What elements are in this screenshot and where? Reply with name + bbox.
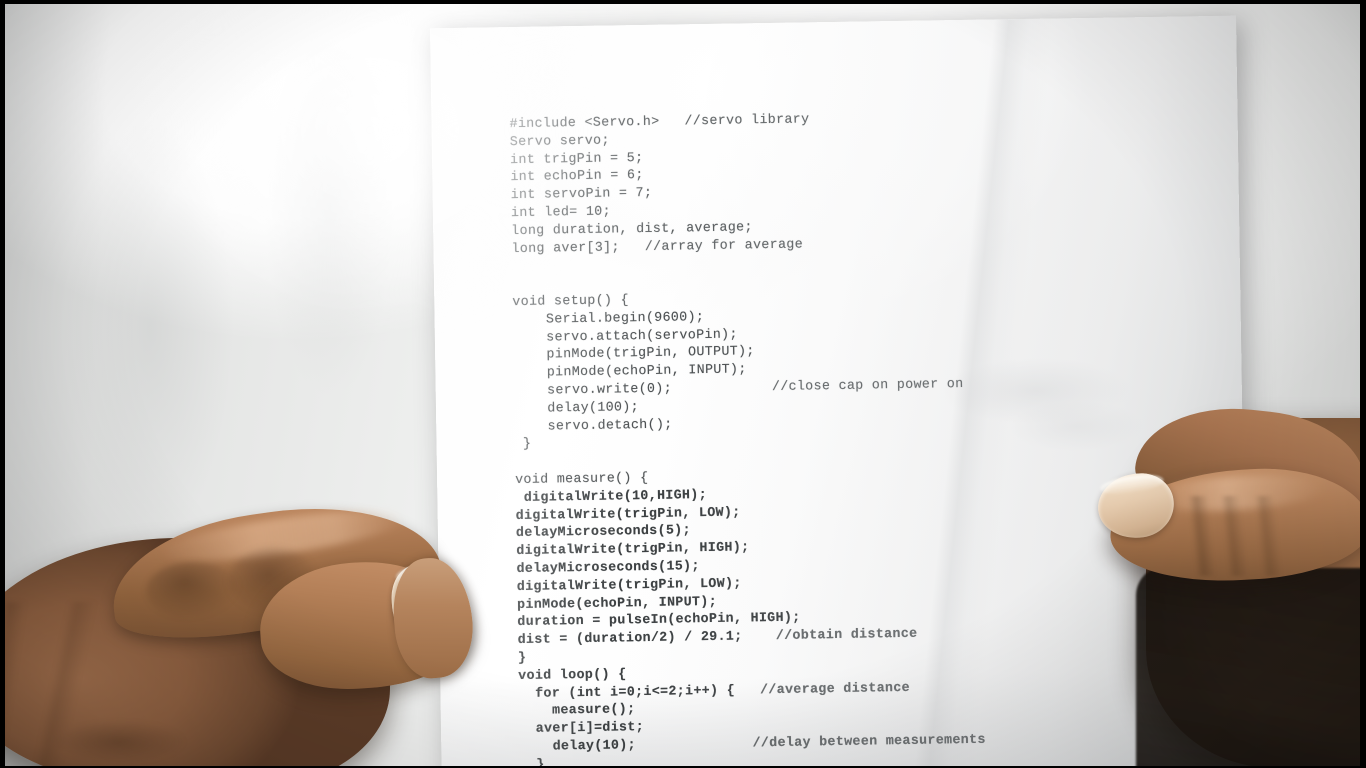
- letterbox-right: [1360, 0, 1366, 768]
- code-comment: //close cap on power on: [771, 375, 964, 394]
- code-comment: //average distance: [759, 679, 911, 697]
- letterbox-left: [0, 0, 5, 768]
- code-comment: //delay between measurements: [752, 731, 986, 751]
- letterbox-top: [0, 0, 1366, 4]
- code-paper-sheet: #include <Servo.h> //servo library Servo …: [430, 15, 1248, 768]
- code-comment: //obtain distance: [775, 625, 918, 644]
- code-comment: //servo library: [684, 111, 810, 129]
- printed-code-text: #include <Servo.h> //servo library Servo …: [509, 104, 1220, 768]
- photo-scene: #include <Servo.h> //servo library Servo …: [0, 0, 1366, 768]
- code-comment: //array for average: [644, 236, 804, 254]
